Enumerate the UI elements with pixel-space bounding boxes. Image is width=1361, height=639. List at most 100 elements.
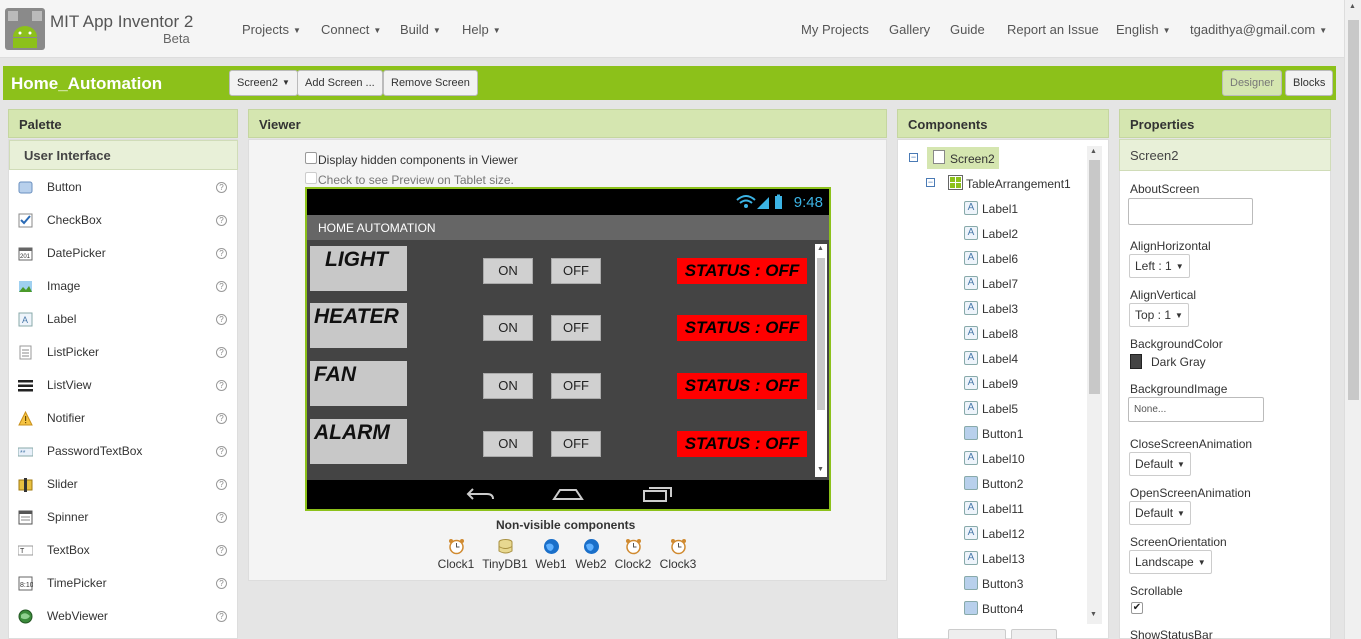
tree-item-tablearrangement1[interactable]: TableArrangement1 (947, 175, 1087, 197)
nonvisible-clock3[interactable]: Clock3 (653, 538, 703, 571)
tree-item-label9[interactable]: A Label9 (964, 374, 1074, 396)
tree-item-label8[interactable]: A Label8 (964, 324, 1074, 346)
tree-item-screen2[interactable]: Screen2 (927, 147, 999, 169)
fan-on-button[interactable]: ON (483, 373, 533, 399)
palette-item-timepicker[interactable]: 8:10 TimePicker ? (10, 567, 236, 600)
help-icon[interactable]: ? (216, 545, 227, 556)
device-label-light[interactable]: LIGHT (310, 246, 407, 291)
tree-item-label3[interactable]: A Label3 (964, 299, 1074, 321)
help-icon[interactable]: ? (216, 479, 227, 490)
help-icon[interactable]: ? (216, 248, 227, 259)
menu-build[interactable]: Build ▼ (400, 22, 441, 37)
palette-item-checkbox[interactable]: CheckBox ? (10, 204, 236, 237)
help-icon[interactable]: ? (216, 347, 227, 358)
tree-item-label4[interactable]: A Label4 (964, 349, 1074, 371)
recents-icon[interactable] (642, 485, 674, 503)
tree-item-button2[interactable]: Button2 (964, 474, 1074, 496)
device-label-alarm[interactable]: ALARM (310, 419, 407, 464)
phone-scrollbar[interactable]: ▲ ▼ (815, 244, 827, 477)
blocks-button[interactable]: Blocks (1285, 70, 1334, 96)
light-off-button[interactable]: OFF (551, 258, 601, 284)
help-icon[interactable]: ? (216, 446, 227, 457)
light-status[interactable]: STATUS : OFF (677, 258, 807, 284)
heater-off-button[interactable]: OFF (551, 315, 601, 341)
nonvisible-clock2[interactable]: Clock2 (608, 538, 658, 571)
tree-item-button4[interactable]: Button4 (964, 599, 1074, 621)
alarm-status[interactable]: STATUS : OFF (677, 431, 807, 457)
palette-item-textbox[interactable]: T TextBox ? (10, 534, 236, 567)
rename-button[interactable] (948, 629, 1006, 639)
heater-on-button[interactable]: ON (483, 315, 533, 341)
tree-item-label11[interactable]: A Label11 (964, 499, 1074, 521)
collapse-icon[interactable]: − (926, 178, 935, 187)
palette-item-button[interactable]: Button ? (10, 171, 236, 204)
help-icon[interactable]: ? (216, 380, 227, 391)
language-menu[interactable]: English ▼ (1116, 22, 1171, 37)
tablet-preview-checkbox[interactable] (305, 172, 317, 184)
open-animation-select[interactable]: Default ▼ (1129, 501, 1191, 525)
alarm-on-button[interactable]: ON (483, 431, 533, 457)
device-label-fan[interactable]: FAN (310, 361, 407, 406)
link-guide[interactable]: Guide (950, 22, 985, 37)
link-my-projects[interactable]: My Projects (801, 22, 869, 37)
tree-item-button1[interactable]: Button1 (964, 424, 1074, 446)
add-screen-button[interactable]: Add Screen ... (297, 70, 383, 96)
menu-projects[interactable]: Projects ▼ (242, 22, 301, 37)
help-icon[interactable]: ? (216, 512, 227, 523)
palette-item-notifier[interactable]: Notifier ? (10, 402, 236, 435)
tree-item-label7[interactable]: A Label7 (964, 274, 1074, 296)
align-vertical-select[interactable]: Top : 1 ▼ (1129, 303, 1189, 327)
screen-orientation-select[interactable]: Landscape ▼ (1129, 550, 1212, 574)
delete-button[interactable] (1011, 629, 1057, 639)
scroll-up-icon[interactable]: ▲ (1090, 148, 1097, 155)
palette-item-webviewer[interactable]: WebViewer ? (10, 600, 236, 633)
palette-item-label[interactable]: A Label ? (10, 303, 236, 336)
app-inventor-logo[interactable] (4, 7, 46, 51)
palette-category-user-interface[interactable]: User Interface (9, 140, 238, 170)
scroll-down-icon[interactable]: ▼ (817, 466, 824, 473)
background-image-input[interactable]: None... (1128, 397, 1264, 422)
palette-item-listview[interactable]: ListView ? (10, 369, 236, 402)
remove-screen-button[interactable]: Remove Screen (383, 70, 478, 96)
close-animation-select[interactable]: Default ▼ (1129, 452, 1191, 476)
scroll-up-icon[interactable]: ▲ (1349, 3, 1356, 10)
palette-item-slider[interactable]: Slider ? (10, 468, 236, 501)
about-screen-textarea[interactable] (1128, 198, 1253, 225)
scrollable-checkbox[interactable]: ✔ (1131, 602, 1143, 614)
help-icon[interactable]: ? (216, 578, 227, 589)
tree-item-label5[interactable]: A Label5 (964, 399, 1074, 421)
display-hidden-checkbox[interactable] (305, 152, 317, 164)
scroll-up-icon[interactable]: ▲ (817, 245, 824, 252)
fan-status[interactable]: STATUS : OFF (677, 373, 807, 399)
page-scrollbar[interactable]: ▲ (1344, 0, 1361, 639)
collapse-icon[interactable]: − (909, 153, 918, 162)
tree-item-label10[interactable]: A Label10 (964, 449, 1074, 471)
page-scroll-thumb[interactable] (1348, 20, 1359, 400)
help-icon[interactable]: ? (216, 215, 227, 226)
tree-item-label13[interactable]: A Label13 (964, 549, 1074, 571)
palette-item-image[interactable]: Image ? (10, 270, 236, 303)
components-scroll-thumb[interactable] (1089, 160, 1100, 394)
nonvisible-clock1[interactable]: Clock1 (431, 538, 481, 571)
phone-scroll-thumb[interactable] (817, 258, 825, 410)
back-icon[interactable] (465, 486, 495, 502)
palette-item-datepicker[interactable]: 201 DatePicker ? (10, 237, 236, 270)
palette-item-passwordtextbox[interactable]: ** PasswordTextBox ? (10, 435, 236, 468)
designer-button[interactable]: Designer (1222, 70, 1283, 96)
align-horizontal-select[interactable]: Left : 1 ▼ (1129, 254, 1190, 278)
alarm-off-button[interactable]: OFF (551, 431, 601, 457)
scroll-down-icon[interactable]: ▼ (1090, 611, 1097, 618)
heater-status[interactable]: STATUS : OFF (677, 315, 807, 341)
background-color-value[interactable]: Dark Gray (1151, 355, 1206, 369)
menu-connect[interactable]: Connect ▼ (321, 22, 381, 37)
palette-item-listpicker[interactable]: ListPicker ? (10, 336, 236, 369)
help-icon[interactable]: ? (216, 314, 227, 325)
light-on-button[interactable]: ON (483, 258, 533, 284)
nonvisible-tinydb1[interactable]: TinyDB1 (480, 538, 530, 571)
link-gallery[interactable]: Gallery (889, 22, 930, 37)
components-scrollbar[interactable]: ▲ ▼ (1087, 146, 1102, 624)
palette-item-spinner[interactable]: Spinner ? (10, 501, 236, 534)
help-icon[interactable]: ? (216, 182, 227, 193)
help-icon[interactable]: ? (216, 281, 227, 292)
home-icon[interactable] (552, 486, 584, 502)
